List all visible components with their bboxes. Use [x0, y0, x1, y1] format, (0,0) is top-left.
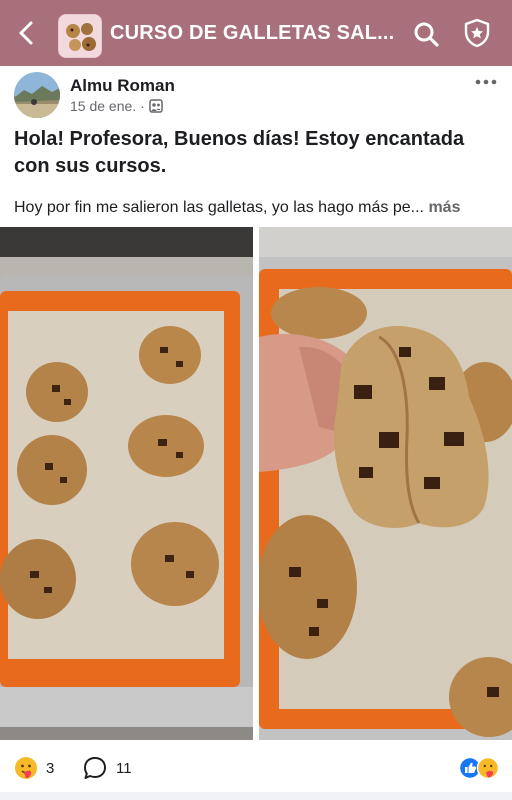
search-icon[interactable] [412, 20, 440, 48]
group-thumbnail[interactable] [58, 14, 102, 58]
photo-cookies-tray[interactable] [0, 227, 253, 740]
meta-separator: · [140, 98, 145, 114]
comment-count: 11 [116, 759, 132, 777]
post-header: Almu Roman 15 de ene. · [0, 66, 512, 120]
group-audience-icon [149, 99, 163, 113]
post-title: Hola! Profesora, Buenos días! Estoy enca… [14, 128, 465, 177]
shield-star-icon[interactable] [462, 18, 492, 48]
author-name[interactable]: Almu Roman [70, 76, 175, 96]
group-title[interactable]: CURSO DE GALLETAS SAL... [110, 22, 394, 45]
post-body: Hoy por fin me salieron las galletas, yo… [14, 197, 504, 219]
comment-button[interactable]: 11 [82, 755, 132, 781]
avatar[interactable] [14, 72, 60, 118]
photo-cookie-in-hand[interactable] [259, 227, 512, 740]
reaction-count: 3 [46, 759, 55, 777]
more-options-icon[interactable] [474, 74, 498, 90]
see-more-link[interactable]: más [428, 199, 460, 216]
post-body-text: Hoy por fin me salieron las galletas, yo… [14, 199, 424, 216]
chevron-left-icon[interactable] [14, 20, 40, 46]
comment-icon [84, 757, 106, 779]
care-reaction-icon [15, 757, 37, 779]
feed-divider [0, 792, 512, 800]
group-header: CURSO DE GALLETAS SAL... [0, 0, 512, 66]
reaction-summary[interactable]: 3 [14, 756, 54, 780]
post-footer: 3 11 [0, 748, 512, 788]
post-meta: 15 de ene. · [70, 98, 163, 114]
reaction-icons[interactable] [458, 756, 502, 780]
post-date[interactable]: 15 de ene. [70, 98, 136, 114]
